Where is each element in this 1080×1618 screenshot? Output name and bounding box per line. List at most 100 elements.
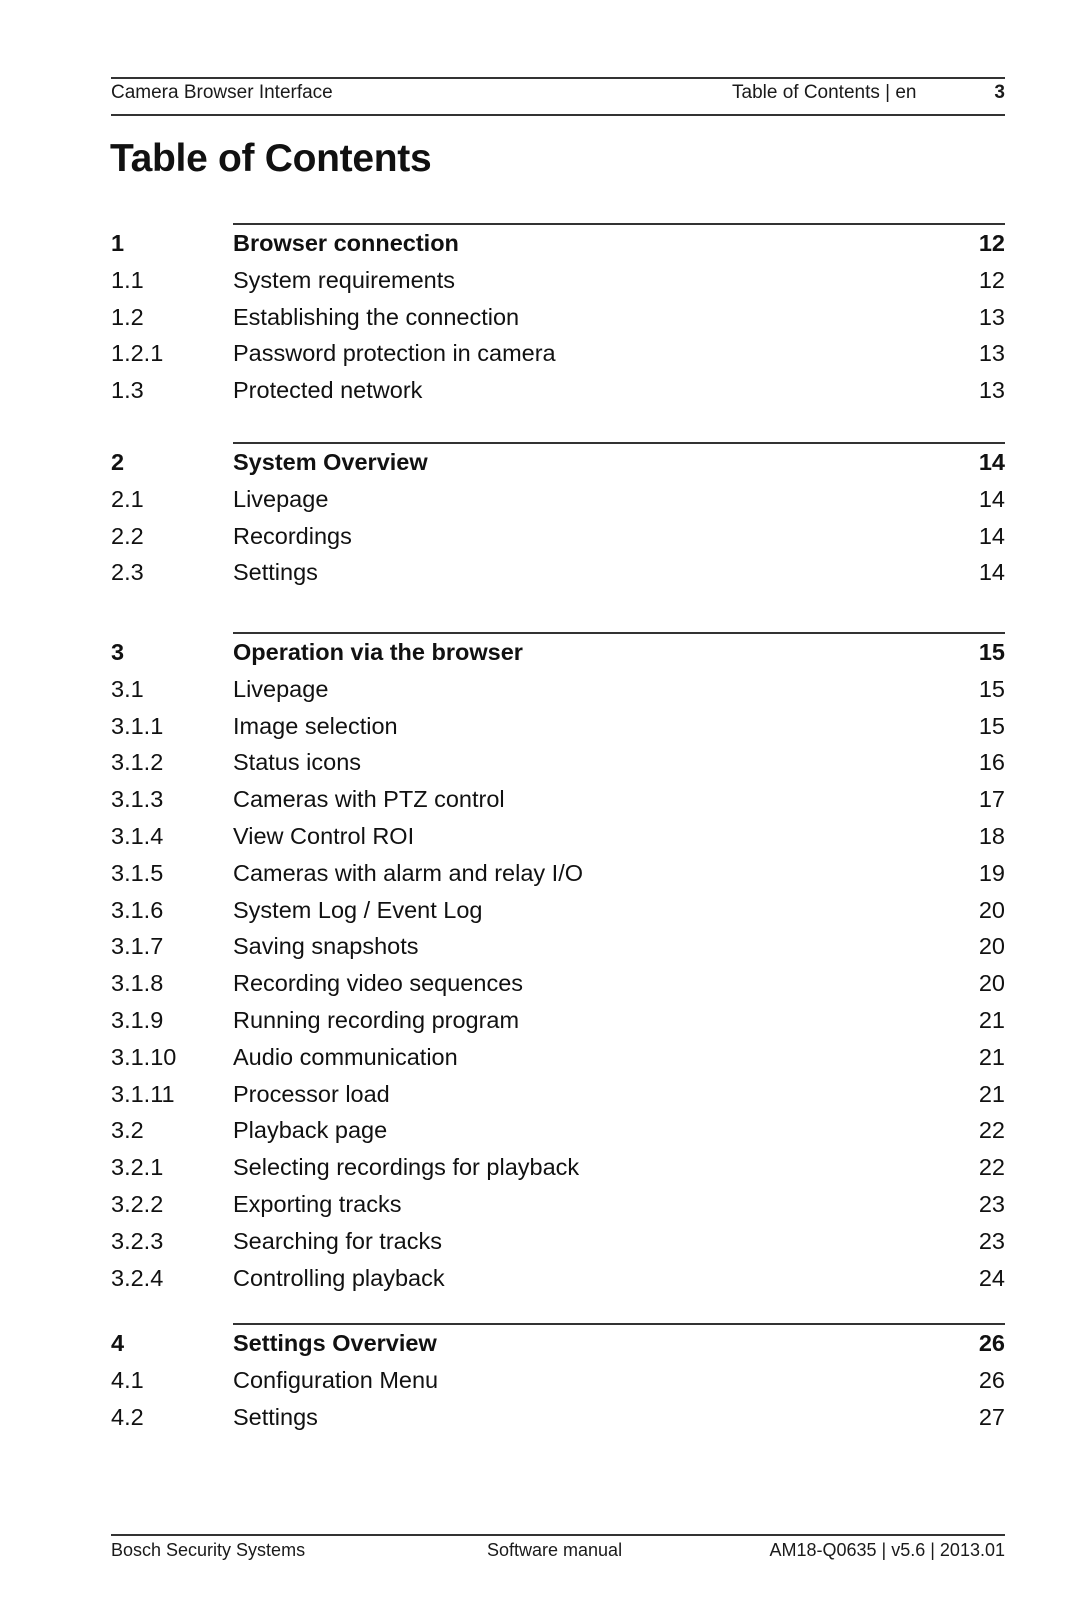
chapter-title[interactable]: System Overview	[233, 444, 428, 480]
toc-entry-row[interactable]: 3.2.1 Selecting recordings for playback …	[0, 1149, 1080, 1185]
entry-title[interactable]: Recording video sequences	[233, 965, 523, 1001]
entry-page: 14	[978, 485, 1005, 512]
entry-title[interactable]: System Log / Event Log	[233, 892, 483, 928]
chapter-number: 4	[111, 1330, 125, 1356]
entry-title[interactable]: Processor load	[233, 1076, 390, 1112]
toc-entry-row[interactable]: 4.2 Settings 27	[0, 1399, 1080, 1435]
entry-number: 1.1	[111, 266, 144, 293]
footer-doc-type: Software manual	[487, 1540, 623, 1560]
toc-entry-row[interactable]: 3.1.6 System Log / Event Log 20	[0, 892, 1080, 928]
entry-page: 13	[978, 340, 1005, 367]
entry-title[interactable]: Livepage	[233, 671, 328, 707]
entry-page: 22	[978, 1154, 1005, 1181]
entry-page: 15	[978, 675, 1005, 702]
header-section-label: Table of Contents | en	[732, 82, 917, 103]
entry-title[interactable]: View Control ROI	[233, 818, 414, 854]
toc-entry-row[interactable]: 2.2 Recordings 14	[0, 518, 1080, 554]
entry-number: 3.2	[111, 1117, 144, 1144]
entry-title[interactable]: Establishing the connection	[233, 299, 519, 335]
entry-title[interactable]: Saving snapshots	[233, 928, 419, 964]
entry-number: 2.3	[111, 559, 144, 586]
toc-entry-row[interactable]: 3.1.2 Status icons 16	[0, 744, 1080, 780]
toc-entry-row[interactable]: 3.1 Livepage 15	[0, 671, 1080, 707]
entry-number: 3.1.7	[111, 933, 164, 960]
header-bottom-rule	[111, 114, 1005, 116]
entry-title[interactable]: Status icons	[233, 744, 361, 780]
toc-chapter-row[interactable]: 2 System Overview 14	[0, 444, 1080, 480]
entry-title[interactable]: Password protection in camera	[233, 335, 556, 371]
toc-entry-row[interactable]: 3.1.5 Cameras with alarm and relay I/O 1…	[0, 855, 1080, 891]
toc-entry-row[interactable]: 3.2.4 Controlling playback 24	[0, 1260, 1080, 1296]
entry-number: 3.1.4	[111, 823, 164, 849]
chapter-page: 14	[978, 449, 1005, 475]
chapter-title[interactable]: Operation via the browser	[233, 634, 523, 670]
entry-page: 26	[978, 1366, 1005, 1393]
entry-title[interactable]: Selecting recordings for playback	[233, 1149, 579, 1185]
entry-title[interactable]: Configuration Menu	[233, 1362, 438, 1398]
toc-entry-row[interactable]: 3.1.9 Running recording program 21	[0, 1002, 1080, 1038]
entry-page: 22	[978, 1117, 1005, 1144]
entry-title[interactable]: Recordings	[233, 518, 352, 554]
entry-page: 13	[978, 377, 1005, 404]
chapter-number: 1	[111, 230, 125, 256]
entry-number: 3.2.4	[111, 1264, 164, 1291]
entry-number: 1.3	[111, 377, 144, 404]
toc-entry-row[interactable]: 3.2 Playback page 22	[0, 1112, 1080, 1148]
entry-title[interactable]: Protected network	[233, 372, 422, 408]
toc-entry-row[interactable]: 3.1.4 View Control ROI 18	[0, 818, 1080, 854]
entry-title[interactable]: Running recording program	[233, 1002, 519, 1038]
toc-entry-row[interactable]: 3.1.3 Cameras with PTZ control 17	[0, 781, 1080, 817]
toc-entry-row[interactable]: 1.3 Protected network 13	[0, 372, 1080, 408]
entry-title[interactable]: Exporting tracks	[233, 1186, 401, 1222]
entry-page: 19	[978, 859, 1005, 886]
toc-entry-row[interactable]: 3.1.11 Processor load 21	[0, 1076, 1080, 1112]
entry-page: 23	[978, 1227, 1005, 1254]
toc-entry-row[interactable]: 1.1 System requirements 12	[0, 262, 1080, 298]
toc-entry-row[interactable]: 1.2.1 Password protection in camera 13	[0, 335, 1080, 371]
entry-title[interactable]: Controlling playback	[233, 1260, 445, 1296]
entry-page: 14	[978, 559, 1005, 586]
chapter-title[interactable]: Settings Overview	[233, 1325, 437, 1361]
chapter-number: 3	[111, 639, 125, 665]
entry-title[interactable]: System requirements	[233, 262, 455, 298]
entry-page: 21	[978, 1043, 1005, 1070]
toc-chapter-row[interactable]: 1 Browser connection 12	[0, 225, 1080, 261]
entry-title[interactable]: Searching for tracks	[233, 1223, 442, 1259]
header-document-title: Camera Browser Interface	[111, 82, 333, 103]
chapter-title[interactable]: Browser connection	[233, 225, 459, 261]
entry-page: 24	[978, 1264, 1005, 1291]
entry-number: 3.2.1	[111, 1154, 164, 1181]
footer-company: Bosch Security Systems	[111, 1540, 306, 1560]
toc-entry-row[interactable]: 3.1.10 Audio communication 21	[0, 1039, 1080, 1075]
toc-entry-row[interactable]: 3.2.3 Searching for tracks 23	[0, 1223, 1080, 1259]
entry-title[interactable]: Livepage	[233, 481, 328, 517]
entry-number: 2.2	[111, 522, 144, 549]
entry-page: 27	[978, 1403, 1005, 1430]
entry-page: 13	[978, 303, 1005, 330]
entry-page: 15	[978, 712, 1005, 739]
toc-entry-row[interactable]: 3.1.7 Saving snapshots 20	[0, 928, 1080, 964]
toc-entry-row[interactable]: 3.1.1 Image selection 15	[0, 708, 1080, 744]
entry-title[interactable]: Cameras with alarm and relay I/O	[233, 855, 583, 891]
entry-title[interactable]: Settings	[233, 554, 318, 590]
entry-title[interactable]: Playback page	[233, 1112, 387, 1148]
entry-number: 3.1	[111, 675, 144, 702]
toc-chapter-row[interactable]: 4 Settings Overview 26	[0, 1325, 1080, 1361]
entry-number: 3.1.6	[111, 896, 164, 923]
chapter-page: 12	[978, 230, 1005, 256]
toc-entry-row[interactable]: 3.2.2 Exporting tracks 23	[0, 1186, 1080, 1222]
entry-title[interactable]: Cameras with PTZ control	[233, 781, 505, 817]
entry-page: 20	[978, 933, 1005, 960]
entry-title[interactable]: Settings	[233, 1399, 318, 1435]
entry-title[interactable]: Audio communication	[233, 1039, 458, 1075]
toc-entry-row[interactable]: 2.1 Livepage 14	[0, 481, 1080, 517]
toc-entry-row[interactable]: 4.1 Configuration Menu 26	[0, 1362, 1080, 1398]
toc-entry-row[interactable]: 3.1.8 Recording video sequences 20	[0, 965, 1080, 1001]
entry-number: 2.1	[111, 485, 144, 512]
toc-entry-row[interactable]: 2.3 Settings 14	[0, 554, 1080, 590]
toc-entry-row[interactable]: 1.2 Establishing the connection 13	[0, 299, 1080, 335]
entry-number: 3.2.2	[111, 1191, 164, 1217]
entry-title[interactable]: Image selection	[233, 708, 398, 744]
entry-page: 21	[978, 1080, 1005, 1107]
toc-chapter-row[interactable]: 3 Operation via the browser 15	[0, 634, 1080, 670]
